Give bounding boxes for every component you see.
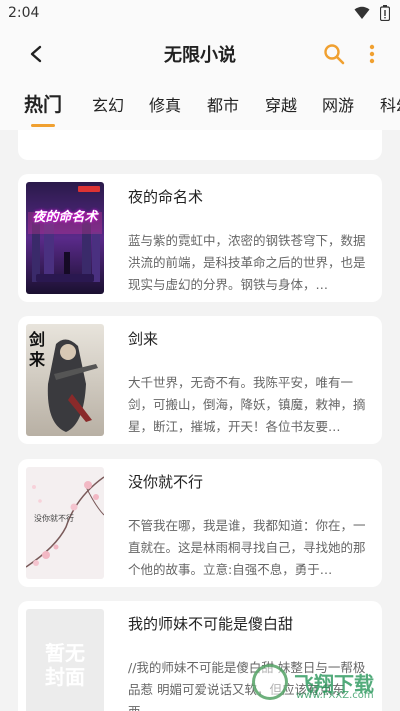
book-title: 我的师妹不可能是傻白甜 <box>128 615 294 633</box>
cover-title-art: 没你就不行 <box>34 514 74 523</box>
back-arrow-icon <box>30 45 42 63</box>
book-list[interactable]: 夜的命名术 夜的命名术 蓝与紫的霓虹中，浓密的钢铁苍穹下，数据洪流的前端，是科技… <box>0 130 400 711</box>
watermark-circle-icon <box>252 664 288 700</box>
cover-title-art: 夜的命名术 <box>32 210 98 225</box>
watermark-url: www.FXXZ.com <box>296 690 374 701</box>
book-cover: 没你就不行 <box>26 467 104 579</box>
cover-title-art: 剑来 <box>29 330 46 369</box>
tab-hot[interactable]: 热门 <box>24 90 62 117</box>
book-cover: 夜的命名术 <box>26 182 104 294</box>
no-cover-text: 暂无封面 <box>45 641 85 689</box>
tab-chuanyue[interactable]: 穿越 <box>265 92 297 116</box>
tab-kehuan[interactable]: 科幻 <box>380 92 400 116</box>
no-cover-placeholder: 暂无封面 <box>26 609 104 711</box>
active-tab-indicator <box>31 124 55 127</box>
tab-xiuzhen[interactable]: 修真 <box>149 92 181 116</box>
tab-wangyou[interactable]: 网游 <box>322 92 354 116</box>
tab-dushi[interactable]: 都市 <box>207 92 239 116</box>
search-icon <box>324 44 345 65</box>
watermark-logo: 飞翔下载 www.FXXZ.com <box>252 660 392 704</box>
more-vertical-icon <box>369 44 375 64</box>
status-time: 2:04 <box>8 5 40 21</box>
book-card[interactable]: 剑来 剑来 大千世界，无奇不有。我陈平安，唯有一剑，可搬山，倒海，降妖，镇魔，敕… <box>18 316 382 444</box>
status-icons <box>354 5 390 21</box>
app-bar: 无限小说 <box>0 26 400 82</box>
book-cover: 剑来 <box>26 324 104 436</box>
book-description: 蓝与紫的霓虹中，浓密的钢铁苍穹下，数据洪流的前端，是科技革命之后的世界，也是现实… <box>128 233 366 292</box>
book-cover: 暂无封面 <box>26 609 104 711</box>
search-button[interactable] <box>320 40 348 68</box>
more-button[interactable] <box>360 40 384 68</box>
book-description: 不管我在哪，我是谁，我都知道：你在，一直就在。这是林雨桐寻找自己，寻找她的那个他… <box>128 518 366 577</box>
book-card[interactable]: 夜的命名术 夜的命名术 蓝与紫的霓虹中，浓密的钢铁苍穹下，数据洪流的前端，是科技… <box>18 174 382 302</box>
book-title: 没你就不行 <box>128 473 204 491</box>
wifi-icon <box>354 6 370 19</box>
tab-xuanhuan[interactable]: 玄幻 <box>92 92 124 116</box>
battery-icon <box>380 5 390 21</box>
book-card[interactable]: 没你就不行 没你就不行 不管我在哪，我是谁，我都知道：你在，一直就在。这是林雨桐… <box>18 459 382 587</box>
status-bar: 2:04 <box>0 0 400 26</box>
book-card-partial[interactable] <box>18 130 382 160</box>
book-description: 大千世界，无奇不有。我陈平安，唯有一剑，可搬山，倒海，降妖，镇魔，敕神，摘星，断… <box>128 375 366 434</box>
category-tabs: 热门 玄幻 修真 都市 穿越 网游 科幻 <box>0 82 400 130</box>
book-title: 夜的命名术 <box>128 188 204 206</box>
back-button[interactable] <box>22 40 50 68</box>
book-title: 剑来 <box>128 330 159 348</box>
